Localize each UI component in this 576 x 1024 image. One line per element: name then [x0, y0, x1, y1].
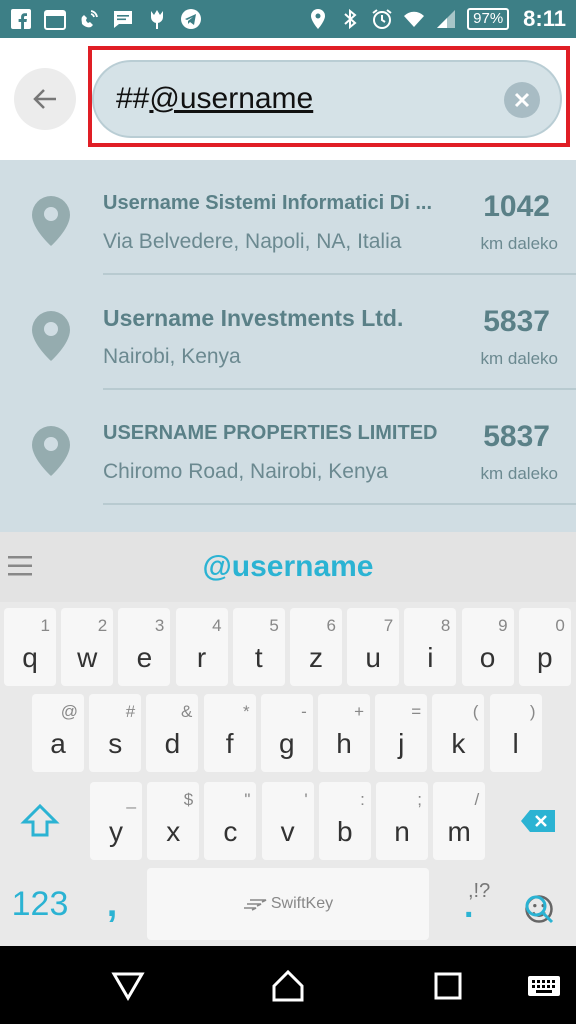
- search-header: ##@username: [0, 38, 576, 160]
- result-title: Username Investments Ltd.: [103, 305, 404, 331]
- key-y[interactable]: _ y: [90, 782, 142, 860]
- nav-back-button[interactable]: [110, 968, 146, 1004]
- key-c[interactable]: " c: [204, 782, 257, 860]
- key-r[interactable]: 4r: [175, 608, 228, 686]
- shift-icon: [20, 803, 60, 837]
- key-f[interactable]: * f: [203, 694, 256, 772]
- key-l[interactable]: ) l: [489, 694, 542, 772]
- result-title: USERNAME PROPERTIES LIMITED: [103, 422, 438, 444]
- triangle-back-icon: [111, 972, 145, 1001]
- key-o[interactable]: 9o: [461, 608, 514, 686]
- key-x[interactable]: $ x: [147, 782, 200, 860]
- location-icon: [307, 8, 329, 30]
- search-query: ##@username: [116, 82, 314, 115]
- result-distance: 1042: [483, 190, 550, 223]
- backspace-key[interactable]: [500, 782, 576, 860]
- key-area: 1q2w3e4r5t6z7u8i9o0p @ a # s & d * f - g + h = j(k) l …: [0, 602, 576, 946]
- result-address: Via Belvedere, Napoli, NA, Italia: [103, 230, 402, 253]
- location-pin-icon: [32, 426, 70, 476]
- divider: [103, 503, 576, 505]
- key-i[interactable]: 8i: [404, 608, 457, 686]
- result-distance: 5837: [483, 305, 550, 338]
- result-distance-unit: km daleko: [480, 234, 558, 253]
- keyboard: @username 1q2w3e4r5t6z7u8i9o0p @ a # s & d * f -…: [0, 532, 576, 946]
- swiftkey-icon: [243, 899, 267, 911]
- navigation-bar: [0, 946, 576, 1024]
- key-g[interactable]: -g: [260, 694, 313, 772]
- result-address: Chiromo Road, Nairobi, Kenya: [103, 460, 388, 483]
- close-icon: [514, 92, 530, 108]
- comma-key[interactable]: ,: [86, 868, 138, 940]
- facebook-icon: [10, 8, 32, 30]
- suggestion-bar: @username: [0, 532, 576, 602]
- key-k[interactable]: (k: [432, 694, 485, 772]
- key-d[interactable]: & d: [146, 694, 199, 772]
- result-address: Nairobi, Kenya: [103, 345, 241, 368]
- wifi-icon: [403, 8, 425, 30]
- status-bar: 97% 8:11: [0, 0, 576, 38]
- result-item[interactable]: Username Investments Ltd. Nairobi, Kenya…: [0, 275, 576, 390]
- key-q[interactable]: 1q: [4, 608, 56, 686]
- tulip-icon: [146, 8, 168, 30]
- result-distance: 5837: [483, 420, 550, 453]
- message-icon: [112, 8, 134, 30]
- key-h[interactable]: + h: [318, 694, 370, 772]
- result-distance-unit: km daleko: [480, 349, 558, 368]
- nav-recents-button[interactable]: [430, 968, 466, 1004]
- telegram-icon: [180, 8, 202, 30]
- period-key[interactable]: ,!? .: [438, 868, 500, 940]
- keyboard-icon: [528, 976, 560, 996]
- home-icon: [272, 969, 304, 1002]
- signal-icon: [435, 8, 457, 30]
- key-e[interactable]: 3e: [118, 608, 171, 686]
- key-m[interactable]: / m: [433, 782, 486, 860]
- nav-home-button[interactable]: [270, 968, 306, 1004]
- key-t[interactable]: 5t: [232, 608, 285, 686]
- keyboard-switch-button[interactable]: [526, 968, 562, 1004]
- key-z[interactable]: 6z: [290, 608, 342, 686]
- back-button[interactable]: [14, 68, 76, 130]
- calendar-icon: [44, 8, 66, 30]
- clear-search-button[interactable]: [504, 82, 540, 118]
- shift-key[interactable]: [0, 782, 80, 860]
- suggestion-word[interactable]: @username: [0, 550, 576, 584]
- result-item[interactable]: USERNAME PROPERTIES LIMITED Chiromo Road…: [0, 390, 576, 505]
- wifi-calling-icon: [78, 8, 100, 30]
- space-key[interactable]: SwiftKey: [147, 868, 429, 940]
- battery-indicator: 97%: [467, 8, 510, 30]
- arrow-left-icon: [33, 89, 56, 109]
- square-recents-icon: [434, 972, 462, 1000]
- key-w[interactable]: 2w: [61, 608, 114, 686]
- search-input[interactable]: ##@username: [92, 60, 562, 138]
- key-v[interactable]: ' v: [261, 782, 314, 860]
- results-list: Username Sistemi Informatici Di ... Via …: [0, 160, 576, 532]
- key-j[interactable]: = j: [375, 694, 428, 772]
- search-key[interactable]: [506, 868, 576, 940]
- key-a[interactable]: @ a: [32, 694, 84, 772]
- result-title: Username Sistemi Informatici Di ...: [103, 192, 432, 214]
- key-s[interactable]: # s: [89, 694, 142, 772]
- alarm-icon: [371, 8, 393, 30]
- location-pin-icon: [32, 311, 70, 361]
- numbers-key[interactable]: 123: [0, 868, 80, 940]
- result-distance-unit: km daleko: [480, 464, 558, 483]
- key-n[interactable]: ; n: [376, 782, 428, 860]
- result-item[interactable]: Username Sistemi Informatici Di ... Via …: [0, 160, 576, 275]
- key-p[interactable]: 0p: [518, 608, 571, 686]
- swiftkey-logo: SwiftKey: [243, 895, 333, 913]
- location-pin-icon: [32, 196, 70, 246]
- key-b[interactable]: :b: [318, 782, 371, 860]
- search-icon: [525, 895, 554, 924]
- bluetooth-icon: [339, 8, 361, 30]
- clock: 8:11: [523, 6, 566, 31]
- key-u[interactable]: 7u: [347, 608, 400, 686]
- backspace-icon: [521, 810, 555, 832]
